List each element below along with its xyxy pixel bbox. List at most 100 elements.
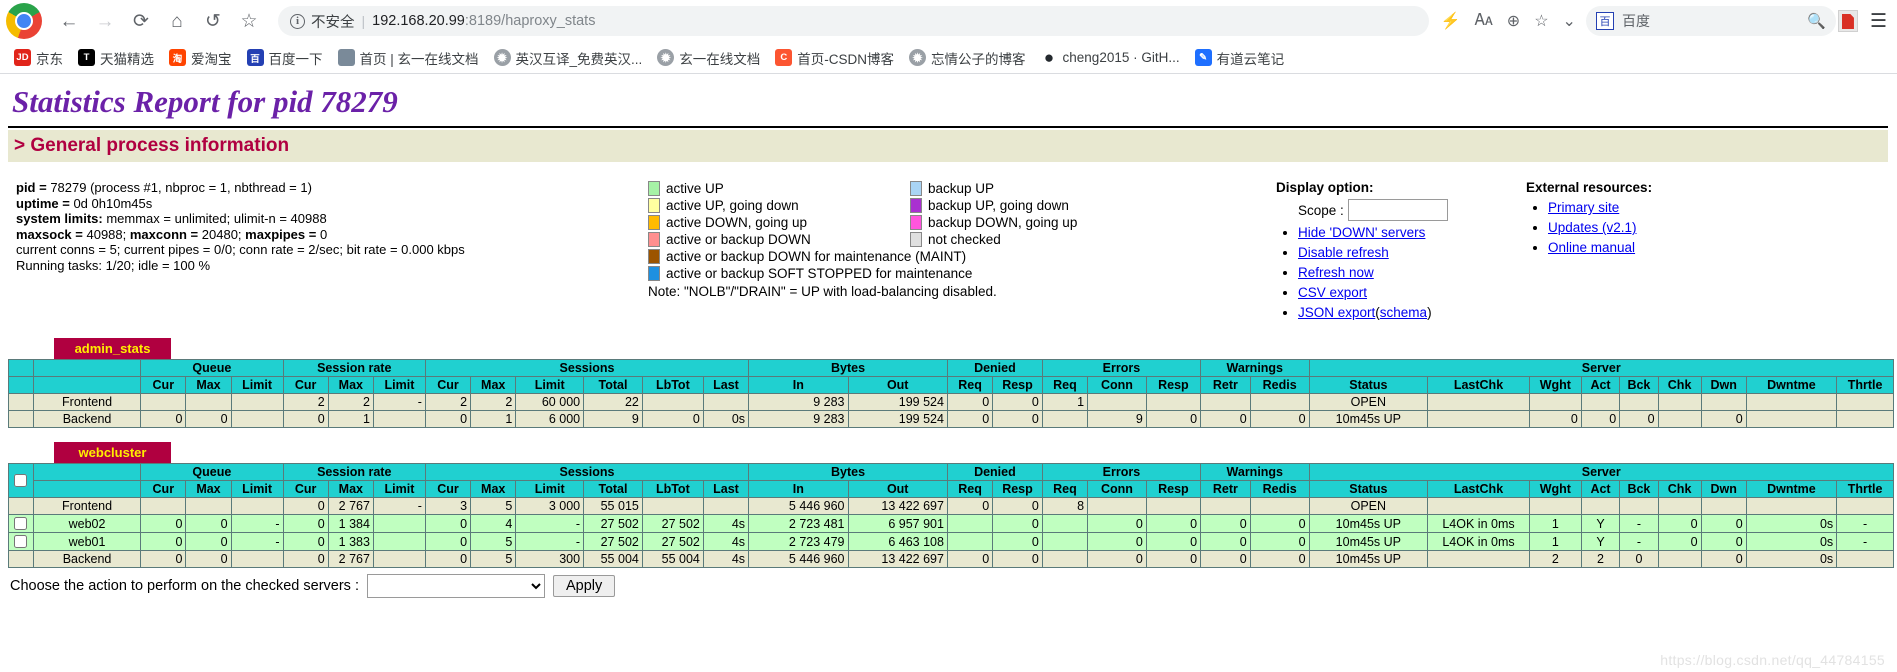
col-denied-resp: Resp <box>992 480 1043 498</box>
cell-sessions-total: 9 <box>583 410 643 428</box>
json-schema-link[interactable]: schema <box>1380 305 1427 320</box>
globe-icon: ✹ <box>493 49 511 66</box>
cell-sessions-cur: 0 <box>424 410 472 428</box>
cell-bytes-out: 6 463 108 <box>847 532 948 551</box>
row-checkbox-cell[interactable] <box>8 532 34 551</box>
bookmark-item[interactable]: T 天猫精选 <box>72 45 163 71</box>
system-limits-line: system limits: memmax = unlimited; ulimi… <box>16 211 648 227</box>
col-denied-req: Req <box>946 480 994 498</box>
cell-errors-conn <box>1087 393 1147 411</box>
disable-refresh-link[interactable]: Disable refresh <box>1298 245 1389 260</box>
bookmark-item[interactable]: ✹ 玄一在线文档 <box>651 45 769 71</box>
bookmark-item[interactable]: JD 京东 <box>8 45 72 71</box>
json-export-link[interactable]: JSON export <box>1298 305 1375 320</box>
bookmark-item[interactable]: 淘 爱淘宝 <box>163 45 241 71</box>
updates-link[interactable]: Updates (v2.1) <box>1548 220 1637 235</box>
legend-swatch <box>648 214 660 230</box>
primary-site-link[interactable]: Primary site <box>1548 200 1619 215</box>
reload-button[interactable]: ⟳ <box>124 4 158 38</box>
cell-denied-resp: 0 <box>992 532 1043 551</box>
cell-sessrate-limit <box>372 532 426 551</box>
chevron-down-icon[interactable]: ⌄ <box>1563 11 1576 31</box>
csv-export-link[interactable]: CSV export <box>1298 285 1367 300</box>
table-sub-header-row: Cur Max Limit Cur Max Limit Cur Max Limi… <box>8 376 1894 394</box>
cell-errors-conn <box>1087 497 1147 515</box>
select-all-checkbox-cell[interactable] <box>8 463 34 498</box>
cell-sessions-max: 5 <box>470 497 517 515</box>
bookmark-item[interactable]: 百 百度一下 <box>241 45 332 71</box>
legend-item: active UP, going down <box>648 197 910 213</box>
cell-errors-req: 1 <box>1041 393 1089 411</box>
list-item: Primary site <box>1548 199 1778 216</box>
bookmark-label: 爱淘宝 <box>191 51 232 67</box>
bookmark-item[interactable]: C 首页-CSDN博客 <box>769 45 903 71</box>
col-warnings-retr: Retr <box>1200 480 1251 498</box>
hide-down-servers-link[interactable]: Hide 'DOWN' servers <box>1298 225 1425 240</box>
server-row-checkbox[interactable] <box>14 517 28 530</box>
title-divider <box>8 126 1888 128</box>
info-icon[interactable]: i <box>290 13 305 29</box>
cell-errors-req <box>1041 550 1089 568</box>
scope-input[interactable] <box>1347 199 1448 221</box>
cell-warnings-redis: 0 <box>1249 532 1310 551</box>
online-manual-link[interactable]: Online manual <box>1548 240 1635 255</box>
bookmark-item[interactable]: ✎ 有道云笔记 <box>1189 45 1294 71</box>
cell-sessions-cur: 3 <box>424 497 472 515</box>
bookmark-label: 首页-CSDN博客 <box>797 51 895 67</box>
list-item: Online manual <box>1548 239 1778 256</box>
col-sessions-limit: Limit <box>515 376 585 394</box>
cell-denied-resp: 0 <box>992 514 1043 533</box>
home-button[interactable]: ⌂ <box>160 4 194 38</box>
flash-icon[interactable]: ⚡ <box>1441 11 1461 31</box>
history-button[interactable]: ↺ <box>196 4 230 38</box>
address-bar[interactable]: i 不安全 | 192.168.20.99:8189/haproxy_stats <box>278 6 1429 36</box>
cell-bck: 0 <box>1619 410 1659 428</box>
translate-icon[interactable]: 🗛 <box>1475 12 1493 30</box>
cell-sessions-total: 27 502 <box>583 514 643 533</box>
maxpipes-value: 0 <box>319 226 328 242</box>
bookmark-item[interactable]: ✹ 英汉互译_免费英汉... <box>488 45 652 71</box>
legend-item: backup UP <box>910 180 1077 196</box>
col-sessrate-cur: Cur <box>282 376 329 394</box>
select-all-checkbox[interactable] <box>14 474 28 487</box>
cell-sessrate-cur: 0 <box>282 497 329 515</box>
bookmark-star-icon[interactable]: ☆ <box>232 4 266 38</box>
haproxy-stats-page: Statistics Report for pid 78279 > Genera… <box>0 84 1897 598</box>
apply-button[interactable]: Apply <box>553 575 616 597</box>
cell-chk <box>1657 550 1702 568</box>
bookmark-item[interactable]: ✹ 忘情公子的博客 <box>903 45 1035 71</box>
server-row-checkbox[interactable] <box>14 535 28 548</box>
chrome-menu-icon[interactable]: ☰ <box>1870 10 1887 33</box>
search-engine-label: 百度 <box>1621 13 1650 29</box>
back-button[interactable]: ← <box>52 4 86 38</box>
refresh-now-link[interactable]: Refresh now <box>1298 265 1374 280</box>
pdf-extension-icon[interactable] <box>1837 10 1858 32</box>
star-icon[interactable]: ☆ <box>1534 11 1548 31</box>
search-box[interactable]: 百 百度 🔍 <box>1585 6 1836 36</box>
github-icon: ● <box>1040 49 1058 66</box>
action-select[interactable] <box>367 574 545 598</box>
group-header-denied: Denied <box>946 463 1043 481</box>
cell-status: 10m45s UP <box>1308 550 1429 568</box>
bookmark-item[interactable]: 首页 | 玄一在线文档 <box>332 45 488 71</box>
col-warnings-retr: Retr <box>1200 376 1251 394</box>
cell-warnings-retr: 0 <box>1200 532 1251 551</box>
table-group-header-row: Queue Session rate Sessions Bytes Denied… <box>8 359 1895 377</box>
cell-warnings-retr <box>1200 497 1251 515</box>
cell-bytes-in: 9 283 <box>748 410 849 428</box>
bookmark-favicon <box>337 49 355 66</box>
bookmark-item[interactable]: ● cheng2015 · GitH... <box>1035 46 1189 69</box>
row-checkbox-cell <box>8 410 34 428</box>
proxy-block-admin-stats: admin_stats <box>8 338 1897 359</box>
legend-swatch <box>910 214 922 230</box>
cell-queue-max <box>185 393 232 411</box>
forward-button[interactable]: → <box>88 4 122 38</box>
cell-lastchk <box>1427 393 1530 411</box>
legend-swatch <box>648 265 660 281</box>
col-queue-max: Max <box>185 376 232 394</box>
table-sub-header-row: Cur Max Limit Cur Max Limit Cur Max Limi… <box>9 480 1894 498</box>
search-icon[interactable]: 🔍 <box>1807 12 1826 30</box>
zoom-icon[interactable]: ⊕ <box>1507 11 1520 31</box>
cell-dwntme <box>1745 410 1838 428</box>
row-checkbox-cell[interactable] <box>8 514 34 533</box>
